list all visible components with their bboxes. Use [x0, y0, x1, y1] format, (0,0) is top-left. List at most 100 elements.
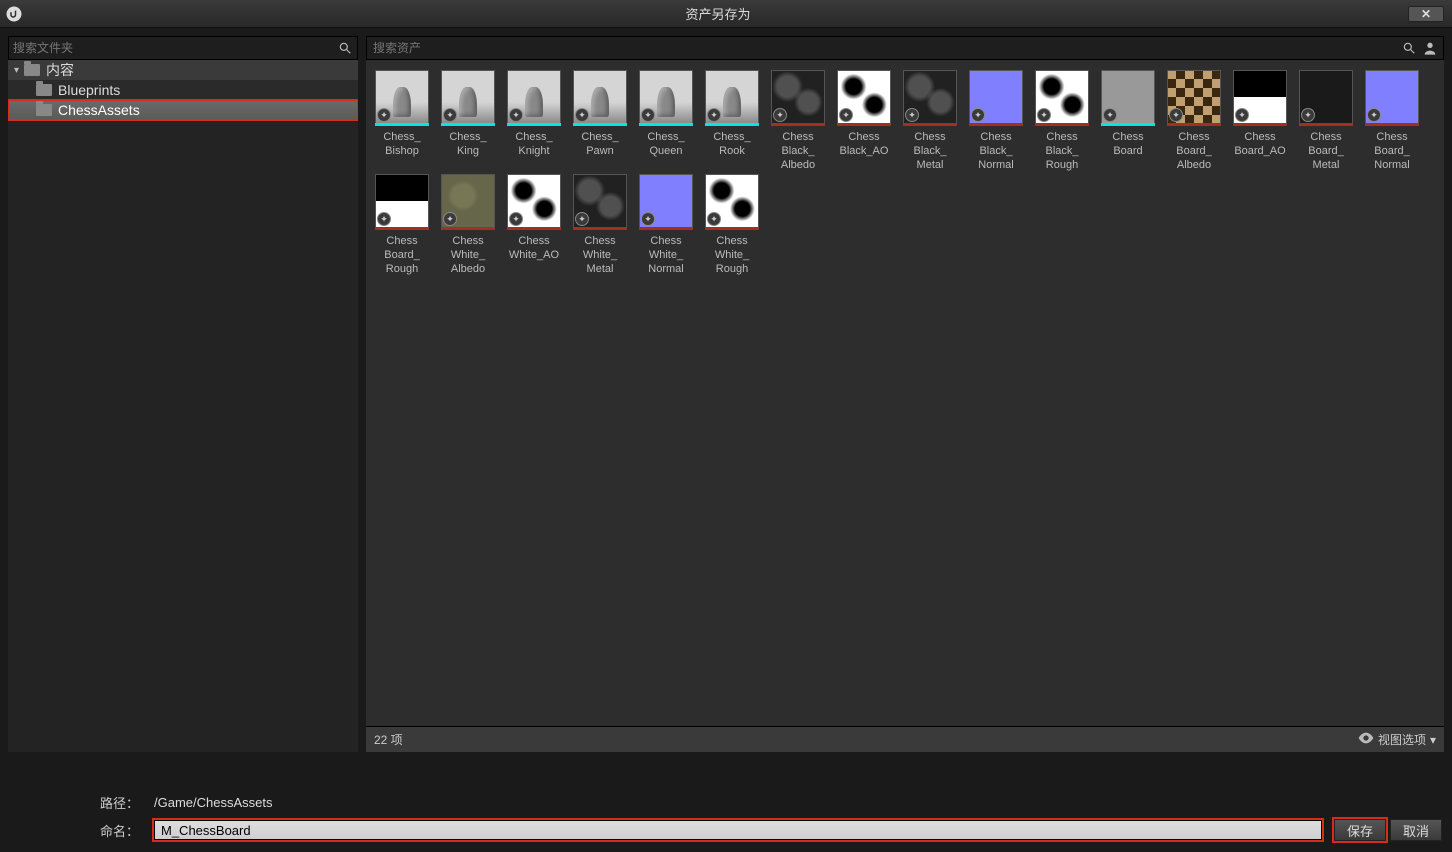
- save-button[interactable]: 保存: [1334, 819, 1386, 841]
- asset-pane: ✦Chess_ Bishop✦Chess_ King✦Chess_ Knight…: [366, 36, 1444, 752]
- asset-badge-icon: ✦: [575, 108, 589, 122]
- close-button[interactable]: ✕: [1408, 6, 1444, 22]
- asset-badge-icon: ✦: [1169, 108, 1183, 122]
- asset-type-stripe: [507, 227, 561, 230]
- tree-root[interactable]: ▾ 内容: [8, 60, 358, 80]
- folder-tree: ▾ 内容 Blueprints ChessAssets: [8, 60, 358, 752]
- expand-icon[interactable]: ▾: [14, 65, 24, 76]
- asset-type-stripe: [1299, 123, 1353, 126]
- asset-thumbnail: ✦: [441, 174, 495, 228]
- view-options[interactable]: 视图选项 ▾: [1358, 731, 1436, 748]
- tree-item[interactable]: ChessAssets: [8, 100, 358, 120]
- asset-badge-icon: ✦: [1037, 108, 1051, 122]
- window-title: 资产另存为: [28, 4, 1408, 23]
- asset-item[interactable]: ✦ Chess White_ Metal: [568, 174, 632, 276]
- asset-badge-icon: ✦: [377, 212, 391, 226]
- cancel-button[interactable]: 取消: [1390, 819, 1442, 841]
- asset-badge-icon: ✦: [1367, 108, 1381, 122]
- asset-label: Chess Board_ Normal: [1374, 130, 1409, 172]
- asset-item[interactable]: ✦ Chess Board_ Normal: [1360, 70, 1424, 172]
- view-options-label: 视图选项: [1378, 731, 1426, 748]
- asset-item[interactable]: ✦Chess Board_ Rough: [370, 174, 434, 276]
- asset-badge-icon: ✦: [377, 108, 391, 122]
- folder-icon: [36, 84, 52, 96]
- asset-item[interactable]: ✦ Chess Black_ Rough: [1030, 70, 1094, 172]
- asset-type-stripe: [573, 123, 627, 126]
- asset-label: Chess_ King: [449, 130, 486, 172]
- asset-badge-icon: ✦: [707, 212, 721, 226]
- save-asset-dialog: 资产另存为 ✕ ▾ 内容 Blueprints ChessAssets: [0, 0, 1452, 852]
- asset-badge-icon: ✦: [839, 108, 853, 122]
- asset-badge-icon: ✦: [971, 108, 985, 122]
- asset-thumbnail: ✦: [1233, 70, 1287, 124]
- asset-item[interactable]: ✦ Chess Black_ Normal: [964, 70, 1028, 172]
- asset-item[interactable]: ✦Chess Board_ Metal: [1294, 70, 1358, 172]
- asset-type-stripe: [507, 123, 561, 126]
- asset-type-stripe: [1101, 123, 1155, 126]
- asset-item[interactable]: ✦ Chess_ King: [436, 70, 500, 172]
- folder-pane: ▾ 内容 Blueprints ChessAssets: [8, 36, 358, 752]
- asset-item[interactable]: ✦Chess_ Rook: [700, 70, 764, 172]
- asset-thumbnail: ✦: [573, 174, 627, 228]
- asset-item[interactable]: ✦Chess White_AO: [502, 174, 566, 276]
- asset-item[interactable]: ✦Chess Board: [1096, 70, 1160, 172]
- item-count: 22 项: [374, 731, 403, 748]
- asset-type-stripe: [1365, 123, 1419, 126]
- asset-badge-icon: ✦: [1235, 108, 1249, 122]
- asset-item[interactable]: ✦Chess White_ Normal: [634, 174, 698, 276]
- asset-item[interactable]: ✦Chess Board_ Albedo: [1162, 70, 1226, 172]
- asset-type-stripe: [837, 123, 891, 126]
- asset-type-stripe: [771, 123, 825, 126]
- asset-badge-icon: ✦: [443, 212, 457, 226]
- folder-search[interactable]: [8, 36, 358, 60]
- asset-badge-icon: ✦: [575, 212, 589, 226]
- asset-item[interactable]: ✦ Chess White_ Rough: [700, 174, 764, 276]
- asset-type-stripe: [1035, 123, 1089, 126]
- eye-icon: [1358, 732, 1374, 747]
- asset-item[interactable]: ✦Chess Black_ Metal: [898, 70, 962, 172]
- asset-label: Chess White_ Metal: [583, 234, 617, 276]
- asset-item[interactable]: ✦Chess_ Knight: [502, 70, 566, 172]
- tree-root-label: 内容: [46, 60, 74, 80]
- asset-type-stripe: [705, 123, 759, 126]
- user-icon[interactable]: [1421, 39, 1439, 57]
- asset-thumbnail: ✦: [705, 174, 759, 228]
- asset-label: Chess Black_ Rough: [1045, 130, 1078, 172]
- tree-item-label: Blueprints: [58, 82, 120, 98]
- asset-item[interactable]: ✦Chess Board_AO: [1228, 70, 1292, 172]
- asset-label: Chess White_ Rough: [715, 234, 749, 276]
- asset-type-stripe: [1233, 123, 1287, 126]
- asset-type-stripe: [639, 227, 693, 230]
- folder-search-input[interactable]: [13, 41, 337, 55]
- asset-item[interactable]: ✦Chess White_ Albedo: [436, 174, 500, 276]
- tree-item-label: ChessAssets: [58, 102, 140, 118]
- asset-thumbnail: ✦: [771, 70, 825, 124]
- asset-search-input[interactable]: [367, 41, 1401, 55]
- asset-label: Chess_ Pawn: [581, 130, 618, 172]
- asset-label: Chess_ Rook: [713, 130, 750, 172]
- asset-search[interactable]: [366, 36, 1444, 60]
- asset-label: Chess Black_ Normal: [978, 130, 1013, 172]
- asset-item[interactable]: ✦Chess_ Bishop: [370, 70, 434, 172]
- name-input[interactable]: [154, 820, 1322, 840]
- asset-type-stripe: [639, 123, 693, 126]
- asset-thumbnail: ✦: [837, 70, 891, 124]
- asset-thumbnail: ✦: [1101, 70, 1155, 124]
- asset-type-stripe: [441, 123, 495, 126]
- asset-item[interactable]: ✦Chess Black_ Albedo: [766, 70, 830, 172]
- asset-badge-icon: ✦: [905, 108, 919, 122]
- tree-item[interactable]: Blueprints: [8, 80, 358, 100]
- asset-item[interactable]: ✦Chess_ Queen: [634, 70, 698, 172]
- chevron-down-icon: ▾: [1430, 733, 1436, 747]
- asset-thumbnail: ✦: [969, 70, 1023, 124]
- asset-thumbnail: ✦: [573, 70, 627, 124]
- asset-thumbnail: ✦: [639, 70, 693, 124]
- asset-item[interactable]: ✦ Chess_ Pawn: [568, 70, 632, 172]
- asset-badge-icon: ✦: [1103, 108, 1117, 122]
- asset-badge-icon: ✦: [443, 108, 457, 122]
- asset-thumbnail: ✦: [441, 70, 495, 124]
- asset-label: Chess Black_AO: [840, 130, 889, 172]
- title-bar: 资产另存为 ✕: [0, 0, 1452, 28]
- asset-type-stripe: [903, 123, 957, 126]
- asset-item[interactable]: ✦ Chess Black_AO: [832, 70, 896, 172]
